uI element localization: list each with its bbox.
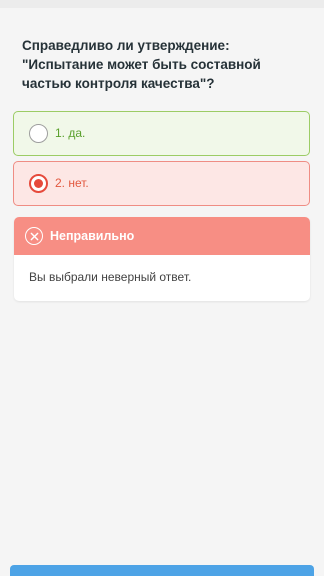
- continue-button[interactable]: [10, 565, 314, 576]
- answer-option-label: 1. да.: [55, 126, 86, 140]
- radio-dot: [34, 179, 43, 188]
- answer-option-1[interactable]: 1. да.: [13, 111, 310, 156]
- feedback-card: Неправильно Вы выбрали неверный ответ.: [14, 217, 310, 301]
- close-circle-icon: [25, 227, 43, 245]
- feedback-header: Неправильно: [14, 217, 310, 255]
- feedback-title: Неправильно: [50, 229, 135, 243]
- answer-option-2[interactable]: 2. нет.: [13, 161, 310, 206]
- radio-button-unselected[interactable]: [29, 124, 48, 143]
- question-text: Справедливо ли утверждение: "Испытание м…: [22, 38, 261, 91]
- top-bar: [0, 0, 324, 8]
- feedback-message: Вы выбрали неверный ответ.: [29, 270, 192, 284]
- answer-option-label: 2. нет.: [55, 176, 89, 190]
- radio-button-selected[interactable]: [29, 174, 48, 193]
